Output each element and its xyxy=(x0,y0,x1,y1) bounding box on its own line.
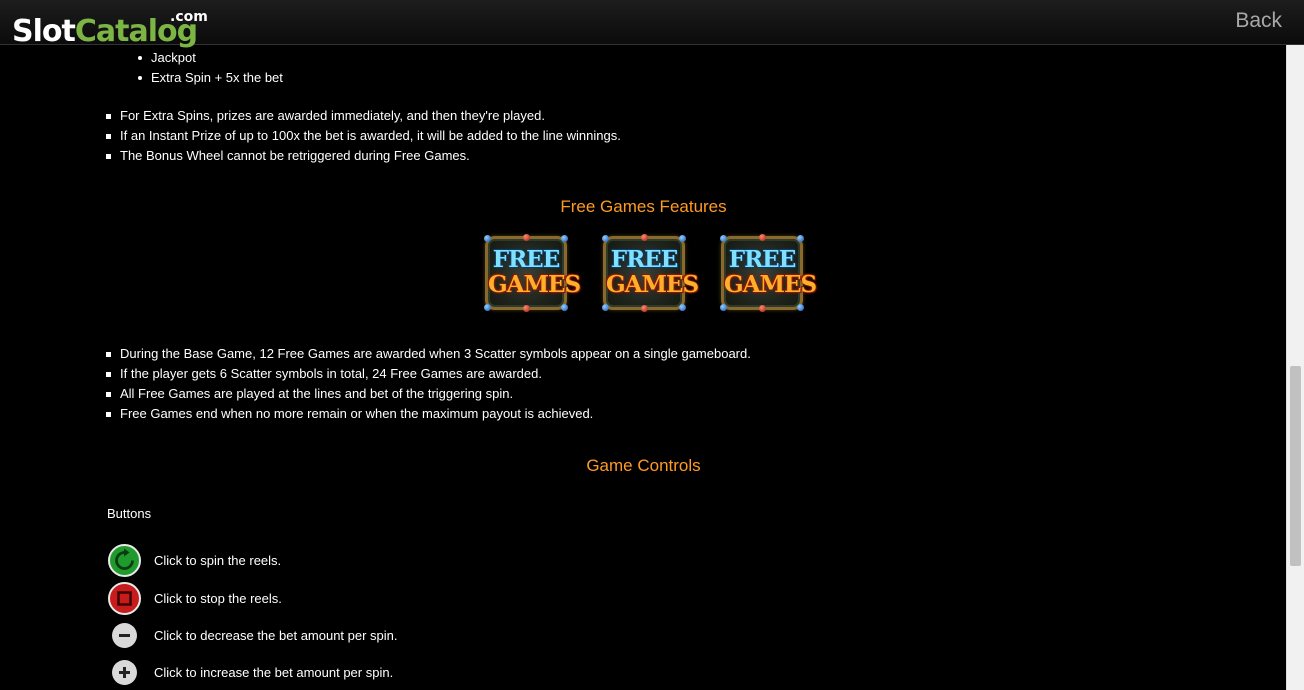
free-games-notes-list: During the Base Game, 12 Free Games are … xyxy=(106,344,751,424)
logo-domain: .com xyxy=(170,9,208,25)
symbol-text-games: GAMES xyxy=(488,271,581,298)
spin-icon xyxy=(115,548,134,570)
control-row-minus: Click to decrease the bet amount per spi… xyxy=(108,619,608,653)
spin-button[interactable] xyxy=(108,544,141,577)
scrollbar-thumb[interactable] xyxy=(1290,366,1301,566)
control-description: Click to spin the reels. xyxy=(154,553,282,568)
list-item: Jackpot xyxy=(138,48,283,68)
symbol-text-games: GAMES xyxy=(606,271,699,298)
increase-bet-button[interactable] xyxy=(112,660,137,685)
control-description: Click to decrease the bet amount per spi… xyxy=(154,628,398,643)
symbol-text-games: GAMES xyxy=(724,271,817,298)
free-games-title: Free Games Features xyxy=(560,197,727,216)
symbol-text-free: FREE xyxy=(728,246,797,273)
control-row-spin: Click to spin the reels. xyxy=(108,544,608,578)
plus-icon xyxy=(119,667,130,678)
minus-icon xyxy=(119,634,130,637)
page-content: Jackpot Extra Spin + 5x the bet For Extr… xyxy=(0,0,1287,690)
list-item: During the Base Game, 12 Free Games are … xyxy=(106,344,751,364)
free-games-symbol-icon: FREE GAMES xyxy=(602,234,699,312)
stop-button[interactable] xyxy=(108,582,141,615)
top-bar: SlotCatalog .com Back xyxy=(0,0,1304,49)
game-controls-title: Game Controls xyxy=(586,456,701,475)
list-item: Extra Spin + 5x the bet xyxy=(138,68,283,88)
stop-icon xyxy=(117,591,132,606)
symbol-text-free: FREE xyxy=(610,246,679,273)
control-row-stop: Click to stop the reels. xyxy=(108,582,608,616)
free-games-symbol-icon: FREE GAMES xyxy=(720,234,817,312)
free-games-symbol-icon: FREE GAMES xyxy=(484,234,581,312)
list-item: Free Games end when no more remain or wh… xyxy=(106,404,751,424)
list-item: If the player gets 6 Scatter symbols in … xyxy=(106,364,751,384)
symbol-text-free: FREE xyxy=(492,246,561,273)
list-item: The Bonus Wheel cannot be retriggered du… xyxy=(106,146,621,166)
list-item: For Extra Spins, prizes are awarded imme… xyxy=(106,106,621,126)
list-item: If an Instant Prize of up to 100x the be… xyxy=(106,126,621,146)
back-button[interactable]: Back xyxy=(1235,9,1282,33)
vertical-scrollbar[interactable] xyxy=(1286,44,1304,690)
list-item: All Free Games are played at the lines a… xyxy=(106,384,751,404)
control-description: Click to increase the bet amount per spi… xyxy=(154,665,394,680)
free-games-icons: FREE GAMES FREE GAMES FREE GAMES xyxy=(484,234,817,314)
bonus-prize-sublist: Jackpot Extra Spin + 5x the bet xyxy=(138,48,283,88)
buttons-heading: Buttons xyxy=(107,506,152,521)
decrease-bet-button[interactable] xyxy=(112,623,137,648)
logo-text-slot: Slot xyxy=(12,14,76,49)
bonus-notes-list: For Extra Spins, prizes are awarded imme… xyxy=(106,106,621,166)
control-row-plus: Click to increase the bet amount per spi… xyxy=(108,656,608,690)
control-description: Click to stop the reels. xyxy=(154,591,282,606)
